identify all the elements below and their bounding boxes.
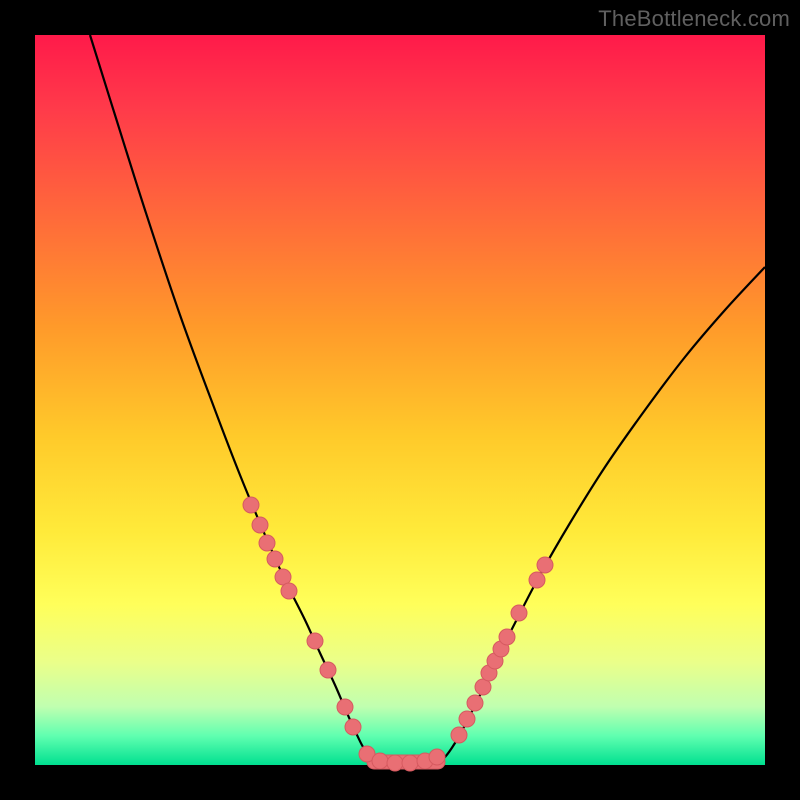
marker-right-7	[499, 629, 515, 645]
marker-bottom-3	[402, 755, 418, 771]
marker-left-1	[252, 517, 268, 533]
marker-right-10	[537, 557, 553, 573]
marker-left-7	[320, 662, 336, 678]
marker-right-1	[459, 711, 475, 727]
marker-left-6	[307, 633, 323, 649]
marker-left-0	[243, 497, 259, 513]
marker-right-0	[451, 727, 467, 743]
marker-bottom-2	[387, 755, 403, 771]
series-left-curve	[90, 35, 385, 764]
marker-right-8	[511, 605, 527, 621]
marker-left-3	[267, 551, 283, 567]
curve-layer	[35, 35, 765, 765]
marker-left-8	[337, 699, 353, 715]
marker-left-5	[281, 583, 297, 599]
chart-container: TheBottleneck.com	[0, 0, 800, 800]
marker-right-9	[529, 572, 545, 588]
watermark-text: TheBottleneck.com	[598, 6, 790, 32]
marker-left-9	[345, 719, 361, 735]
marker-right-2	[467, 695, 483, 711]
marker-bottom-1	[372, 753, 388, 769]
marker-bottom-5	[429, 749, 445, 765]
marker-left-2	[259, 535, 275, 551]
